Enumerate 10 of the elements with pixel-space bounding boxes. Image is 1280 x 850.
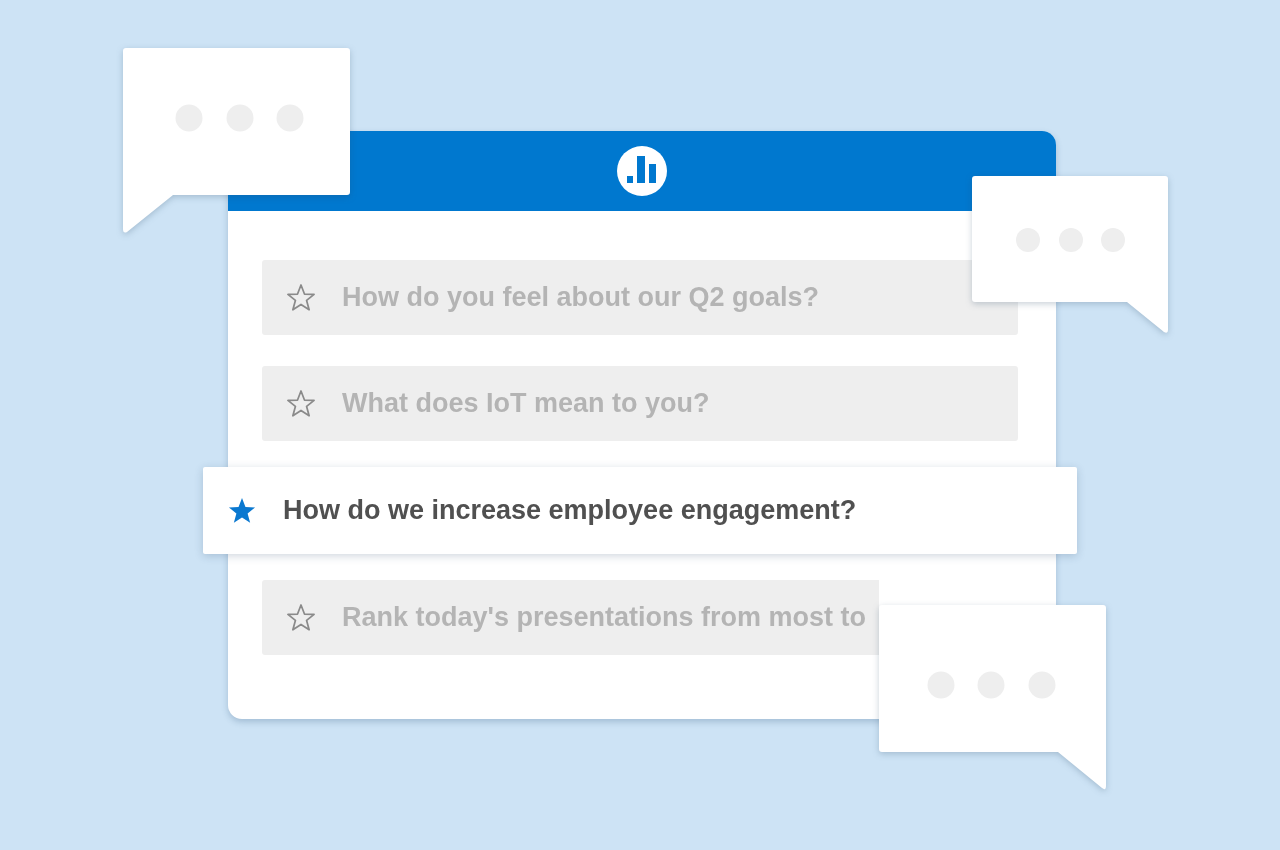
bar-chart-logo-icon: [617, 146, 667, 196]
question-item[interactable]: How do we increase employee engagement?: [203, 467, 1077, 554]
speech-bubble-icon: [123, 48, 351, 234]
question-item[interactable]: How do you feel about our Q2 goals?: [262, 260, 1018, 335]
star-outline-icon: [287, 390, 315, 417]
question-item[interactable]: Rank today's presentations from most to: [262, 580, 879, 655]
star-outline-icon: [287, 604, 315, 631]
filled-star-icon: [228, 497, 256, 524]
star-outline-icon: [287, 284, 315, 311]
question-item[interactable]: What does IoT mean to you?: [262, 366, 1018, 441]
